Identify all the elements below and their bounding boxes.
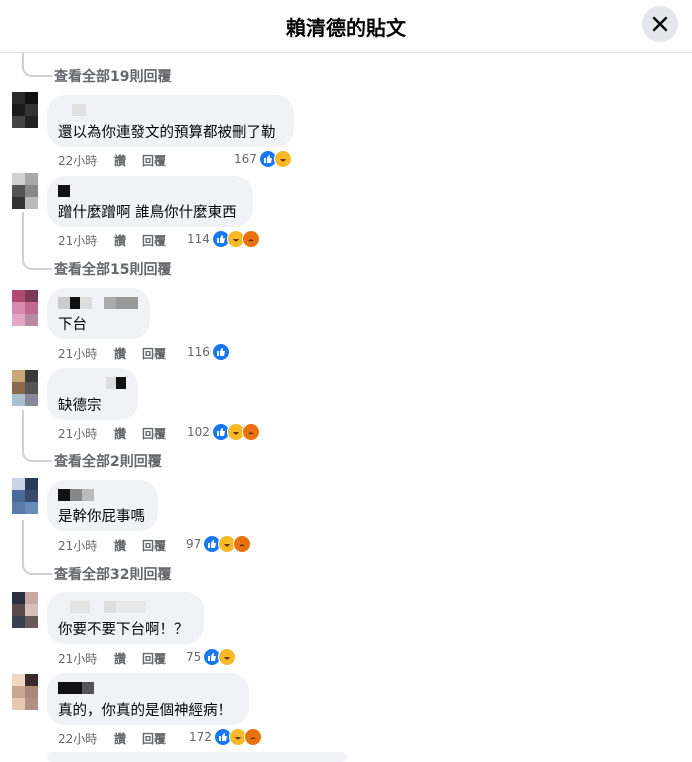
avatar[interactable] (12, 370, 38, 406)
reaction-count: 116 (187, 345, 210, 359)
like-button[interactable]: 讚 (114, 152, 126, 169)
comment-meta: 21小時 讚 回覆 (58, 345, 182, 362)
comment-bubble: 蹭什麼蹭啊 誰鳥你什麼東西 (47, 176, 253, 227)
angry-reaction-icon (243, 728, 262, 746)
comment-text: 缺德宗 (58, 398, 102, 414)
comment-time[interactable]: 21小時 (58, 425, 114, 442)
commenter-name[interactable] (58, 297, 138, 309)
reaction-count: 167 (234, 152, 257, 166)
angry-reaction-icon (241, 423, 260, 441)
commenter-name[interactable] (58, 489, 94, 501)
view-replies-link[interactable]: 查看全部19則回覆 (21, 56, 171, 86)
reaction-count: 75 (186, 650, 202, 664)
comment-bubble: 下台 (47, 288, 150, 339)
comment-bubble: 是幹你屁事嗎 (47, 480, 158, 531)
reply-button[interactable]: 回覆 (142, 152, 166, 169)
view-replies-link[interactable]: 查看全部32則回覆 (21, 554, 171, 584)
comment-time[interactable]: 22小時 (58, 730, 114, 747)
dialog-title: 賴清德的貼文 (286, 16, 406, 40)
commenter-name[interactable] (58, 601, 146, 613)
haha-reaction-icon (273, 150, 292, 168)
reply-button[interactable]: 回覆 (142, 730, 166, 747)
like-button[interactable]: 讚 (114, 650, 126, 667)
comment-time[interactable]: 22小時 (58, 152, 114, 169)
avatar[interactable] (12, 92, 38, 128)
commenter-name[interactable] (58, 185, 70, 197)
comment-text: 還以為你連發文的預算都被刪了勒 (58, 125, 276, 141)
comment-meta: 21小時 讚 回覆 (58, 232, 182, 249)
comment-text: 下台 (58, 317, 87, 333)
avatar[interactable] (12, 290, 38, 326)
like-button[interactable]: 讚 (114, 537, 126, 554)
like-button[interactable]: 讚 (114, 730, 126, 747)
comment-bubble: 還以為你連發文的預算都被刪了勒 (47, 95, 294, 147)
like-button[interactable]: 讚 (114, 232, 126, 249)
comment-bubble: 缺德宗 (47, 368, 138, 420)
dialog-header: 賴清德的貼文 (0, 0, 692, 53)
comment-text: 是幹你屁事嗎 (58, 509, 145, 525)
reply-button[interactable]: 回覆 (142, 232, 166, 249)
angry-reaction-icon (241, 230, 260, 248)
reaction-summary[interactable]: 75 (186, 648, 237, 666)
reaction-summary[interactable]: 167 (234, 150, 292, 168)
comment-bubble: 真的，你真的是個神經病！ (47, 673, 249, 725)
reaction-summary[interactable]: 114 (187, 230, 260, 248)
comment-meta: 22小時 讚 回覆 (58, 730, 182, 747)
commenter-name[interactable] (58, 377, 126, 389)
avatar[interactable] (12, 592, 38, 628)
comment-meta: 21小時 讚 回覆 (58, 537, 182, 554)
reaction-summary[interactable]: 116 (187, 343, 230, 361)
reaction-count: 172 (189, 730, 212, 744)
like-button[interactable]: 讚 (114, 425, 126, 442)
commenter-name[interactable] (58, 682, 94, 694)
comment-text: 真的，你真的是個神經病！ (58, 703, 232, 719)
like-button[interactable]: 讚 (114, 345, 126, 362)
avatar[interactable] (12, 173, 38, 209)
comment-meta: 22小時 讚 回覆 (58, 152, 182, 169)
angry-reaction-icon (233, 535, 252, 553)
next-comment-bubble (47, 752, 347, 762)
comment-time[interactable]: 21小時 (58, 537, 114, 554)
reply-button[interactable]: 回覆 (142, 650, 166, 667)
reaction-count: 102 (187, 425, 210, 439)
avatar[interactable] (12, 478, 38, 514)
close-icon (652, 16, 668, 32)
comment-time[interactable]: 21小時 (58, 232, 114, 249)
reaction-summary[interactable]: 172 (189, 728, 262, 746)
reaction-summary[interactable]: 97 (186, 535, 252, 553)
close-button[interactable] (642, 6, 678, 42)
reply-button[interactable]: 回覆 (142, 345, 166, 362)
comment-text: 蹭什麼蹭啊 誰鳥你什麼東西 (58, 205, 237, 221)
comment-bubble: 你要不要下台啊！？ (47, 592, 204, 644)
reply-button[interactable]: 回覆 (142, 537, 166, 554)
comment-meta: 21小時 讚 回覆 (58, 650, 182, 667)
comment-text: 你要不要下台啊！？ (58, 622, 189, 638)
reaction-count: 97 (186, 537, 202, 551)
comment-meta: 21小時 讚 回覆 (58, 425, 182, 442)
commenter-name[interactable] (58, 104, 86, 116)
reply-button[interactable]: 回覆 (142, 425, 166, 442)
haha-reaction-icon (218, 648, 237, 666)
view-replies-link[interactable]: 查看全部2則回覆 (22, 441, 162, 471)
comment-time[interactable]: 21小時 (58, 345, 114, 362)
like-reaction-icon (211, 343, 230, 361)
view-replies-link[interactable]: 查看全部15則回覆 (21, 249, 171, 279)
reaction-count: 114 (187, 232, 210, 246)
reaction-summary[interactable]: 102 (187, 423, 260, 441)
avatar[interactable] (12, 674, 38, 710)
comment-time[interactable]: 21小時 (58, 650, 114, 667)
